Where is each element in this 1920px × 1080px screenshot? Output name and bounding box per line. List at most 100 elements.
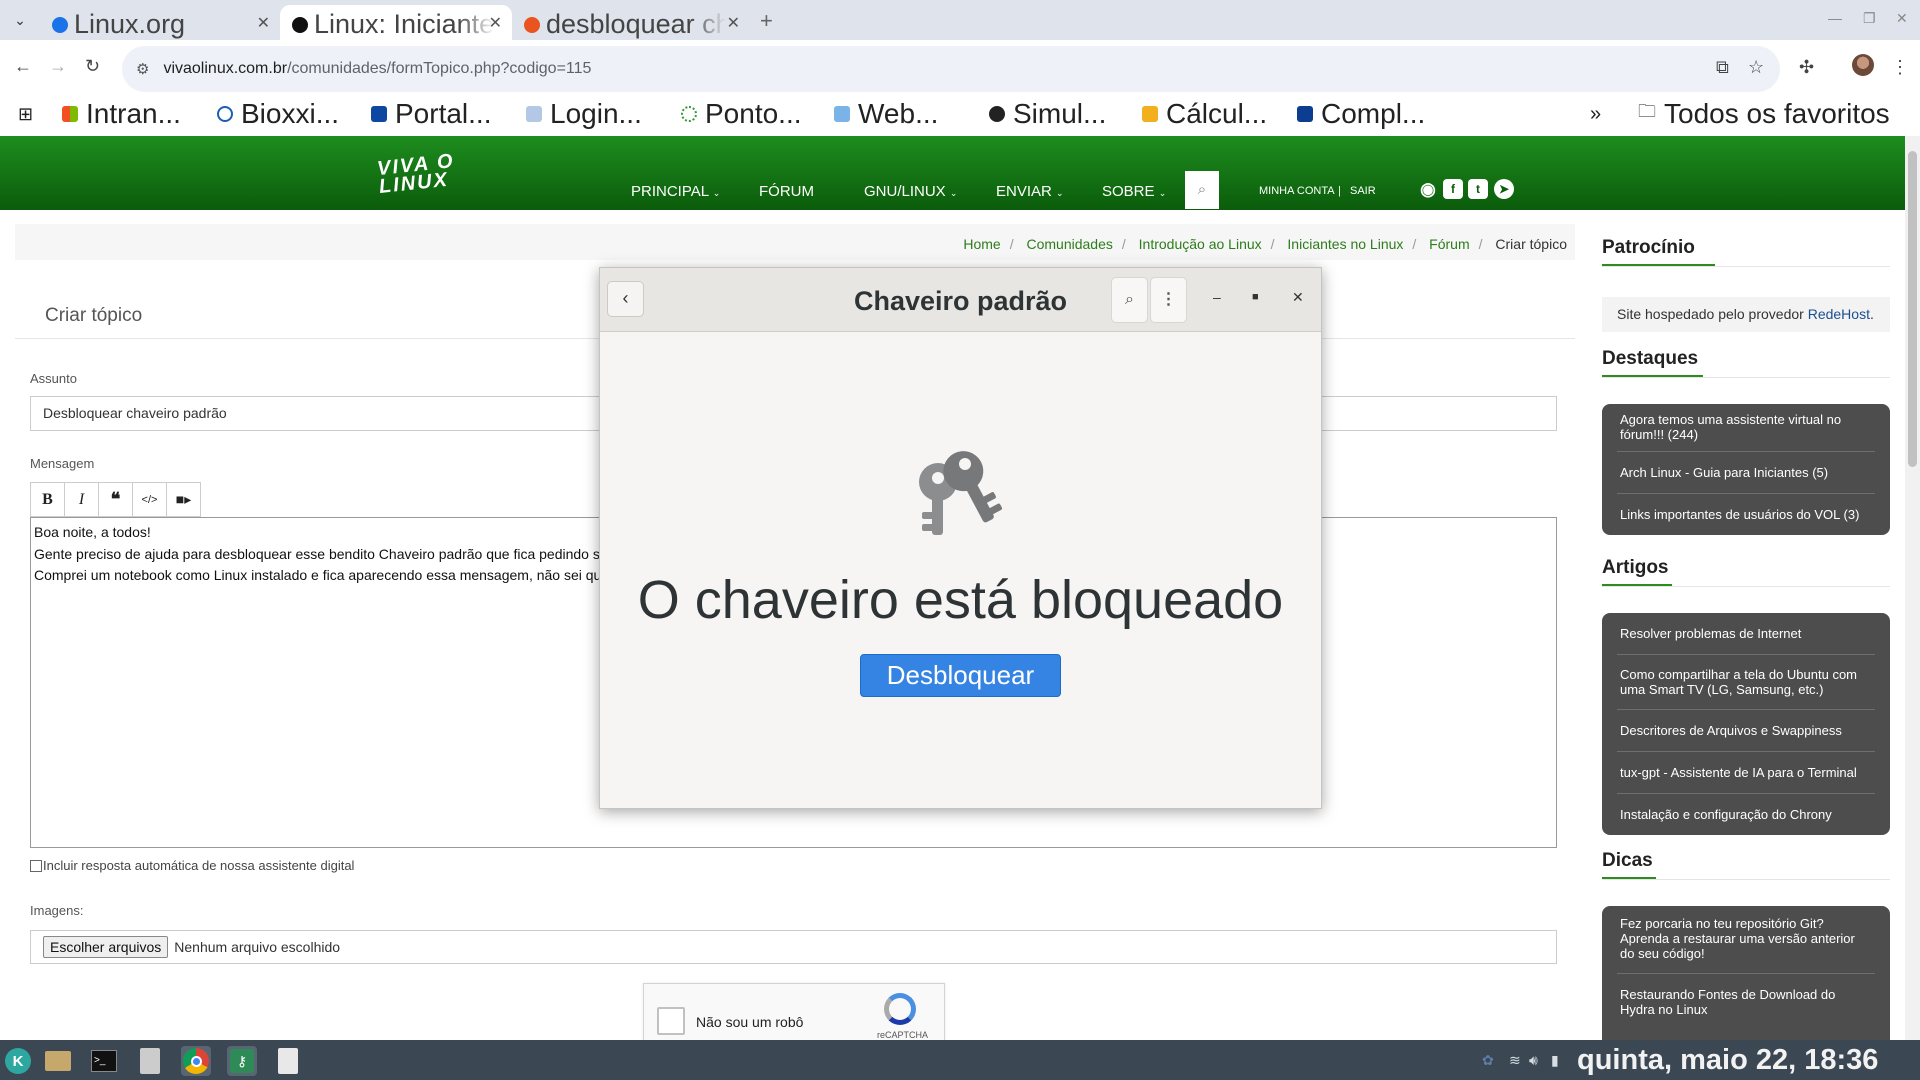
breadcrumb-introducao[interactable]: Introdução ao Linux [1139,236,1262,252]
restore-window-icon[interactable]: ❐ [1863,10,1876,27]
url-host: vivaolinux.com.br [163,60,288,77]
battery-icon[interactable]: ▮ [1551,1052,1559,1069]
article-item[interactable]: tux-gpt - Assistente de IA para o Termin… [1617,752,1875,794]
close-tab-icon[interactable]: ✕ [489,13,502,33]
bookmark-item[interactable]: Login... [526,98,642,130]
site-search-icon[interactable]: ⌕ [1185,171,1219,209]
telegram-icon[interactable]: ➤ [1494,179,1514,199]
volume-icon[interactable]: 🔊︎ [1529,1052,1538,1069]
start-menu-icon[interactable]: K [3,1046,33,1076]
tab-search-chevron-icon[interactable]: ⌄ [6,8,34,32]
bookmark-item[interactable]: Ponto... [681,98,802,130]
breadcrumb-separator: / [1121,236,1126,252]
keyboard-layout-icon[interactable]: ✿ [1482,1052,1494,1069]
article-item[interactable]: Resolver problemas de Internet [1617,613,1875,655]
kebab-menu-icon[interactable]: ⋮ [1150,277,1187,323]
reload-icon[interactable]: ↻ [85,56,100,77]
bookmark-item[interactable]: Intran... [62,98,181,130]
redehost-link[interactable]: RedeHost [1808,306,1870,322]
back-arrow-icon[interactable]: ← [14,56,32,77]
bookmark-item[interactable]: Compl... [1297,98,1425,130]
menu-enviar[interactable]: ENVIAR ⌄ [996,183,1064,200]
bookmark-item[interactable]: Bioxxi... [217,98,339,130]
close-tab-icon[interactable]: ✕ [257,13,270,33]
minimize-icon[interactable]: – [1213,289,1221,305]
profile-avatar[interactable] [1852,54,1874,76]
video-camera-icon[interactable]: ■▸ [166,482,201,517]
new-tab-plus-icon[interactable]: + [760,8,773,34]
bookmark-item[interactable]: Cálcul... [1142,98,1267,130]
highlight-item[interactable]: Agora temos uma assistente virtual no fó… [1617,404,1875,452]
browser-menu-icon[interactable]: ⋮ [1891,57,1909,78]
bookmarks-overflow-chevron-icon[interactable]: » [1590,103,1601,126]
bookmark-label: Bioxxi... [241,98,340,129]
page-title: Criar tópico [45,305,143,326]
breadcrumb-iniciantes[interactable]: Iniciantes no Linux [1287,236,1403,252]
apps-grid-icon[interactable]: ⊞ [18,104,33,125]
scrollbar-thumb[interactable] [1908,151,1917,467]
browser-toolbar: ← → ↻ ⚙ vivaolinux.com.br/comunidades/fo… [0,40,1920,96]
close-tab-icon[interactable]: ✕ [727,13,740,33]
menu-principal[interactable]: PRINCIPAL ⌄ [631,183,720,200]
taskbar-clock[interactable]: quinta, maio 22, 18:36 [1577,1044,1878,1077]
bookmark-item[interactable]: Simul... [989,98,1106,130]
chrome-icon[interactable] [181,1046,211,1076]
menu-sobre[interactable]: SOBRE ⌄ [1102,183,1166,200]
all-bookmarks-folder[interactable]: 🗀 Todos os favoritos [1638,98,1890,130]
ponto-favicon-icon [681,106,697,122]
file-manager-icon[interactable] [43,1046,73,1076]
site-info-icon[interactable]: ⚙ [136,60,149,78]
recaptcha-widget: Não sou um robô reCAPTCHA [643,983,945,1043]
browser-tab-3[interactable]: desbloquear chaveiro ✕ [512,5,750,40]
bookmark-item[interactable]: Web... [834,98,938,130]
unlock-button[interactable]: Desbloquear [860,654,1061,697]
install-app-icon[interactable]: ⧉ [1716,57,1729,78]
article-item[interactable]: Instalação e configuração do Chrony [1617,794,1875,835]
close-window-icon[interactable]: ✕ [1896,10,1908,27]
facebook-icon[interactable]: f [1443,179,1463,199]
browser-tab-1[interactable]: Linux.org ✕ [40,5,280,40]
maximize-icon[interactable]: ■ [1252,291,1259,303]
browser-tab-2-active[interactable]: Linux: Iniciantes no Linux ✕ [280,5,512,40]
auto-reply-checkbox[interactable] [30,859,42,872]
highlight-item[interactable]: Links importantes de usuários do VOL (3) [1617,494,1875,535]
breadcrumb-home[interactable]: Home [963,236,1000,252]
twitter-icon[interactable]: t [1468,179,1488,199]
my-account-link[interactable]: MINHA CONTA [1259,185,1335,197]
address-bar[interactable]: ⚙ vivaolinux.com.br/comunidades/formTopi… [122,46,1780,92]
article-item[interactable]: Como compartilhar a tela do Ubuntu com u… [1617,655,1875,710]
bookmark-star-icon[interactable]: ☆ [1748,57,1764,78]
italic-icon[interactable]: I [64,482,99,517]
divider [1602,586,1890,587]
tip-item[interactable]: Fez porcaria no teu repositório Git? Apr… [1617,906,1875,974]
quote-icon[interactable]: ❝ [98,482,133,517]
chevron-down-icon: ⌄ [949,188,958,198]
subject-label: Assunto [30,371,77,386]
text-editor-icon[interactable] [135,1046,165,1076]
minimize-window-icon[interactable]: — [1828,10,1842,26]
terminal-icon[interactable]: >_ [89,1046,119,1076]
menu-gnu-linux[interactable]: GNU/LINUX ⌄ [864,183,957,200]
code-icon[interactable]: </> [132,482,167,517]
vivaolinux-logo[interactable]: VIVA O LINUX [376,150,457,198]
bookmark-item[interactable]: Portal... [371,98,491,130]
logout-link[interactable]: SAIR [1350,185,1376,197]
breadcrumb-comunidades[interactable]: Comunidades [1026,236,1112,252]
recaptcha-checkbox[interactable] [657,1007,685,1035]
highlight-item[interactable]: Arch Linux - Guia para Iniciantes (5) [1617,452,1875,494]
calculator-icon[interactable] [273,1046,303,1076]
rss-icon[interactable]: ◉ [1418,179,1438,199]
menu-forum[interactable]: FÓRUM [759,183,814,200]
tip-item[interactable]: Restaurando Fontes de Download do Hydra … [1617,974,1875,1030]
passwords-keys-icon[interactable]: ⚷ [227,1046,257,1076]
search-icon[interactable]: ⌕ [1111,277,1148,323]
forward-arrow-icon[interactable]: → [49,56,67,77]
page-scrollbar[interactable] [1905,136,1920,1040]
bold-icon[interactable]: B [30,482,65,517]
choose-files-button[interactable]: Escolher arquivos [43,936,169,958]
article-item[interactable]: Descritores de Arquivos e Swappiness [1617,710,1875,752]
extensions-puzzle-icon[interactable]: ✣ [1799,57,1814,78]
breadcrumb-forum[interactable]: Fórum [1429,236,1469,252]
wifi-icon[interactable]: ≋ [1509,1052,1521,1069]
close-icon[interactable]: ✕ [1292,289,1304,306]
